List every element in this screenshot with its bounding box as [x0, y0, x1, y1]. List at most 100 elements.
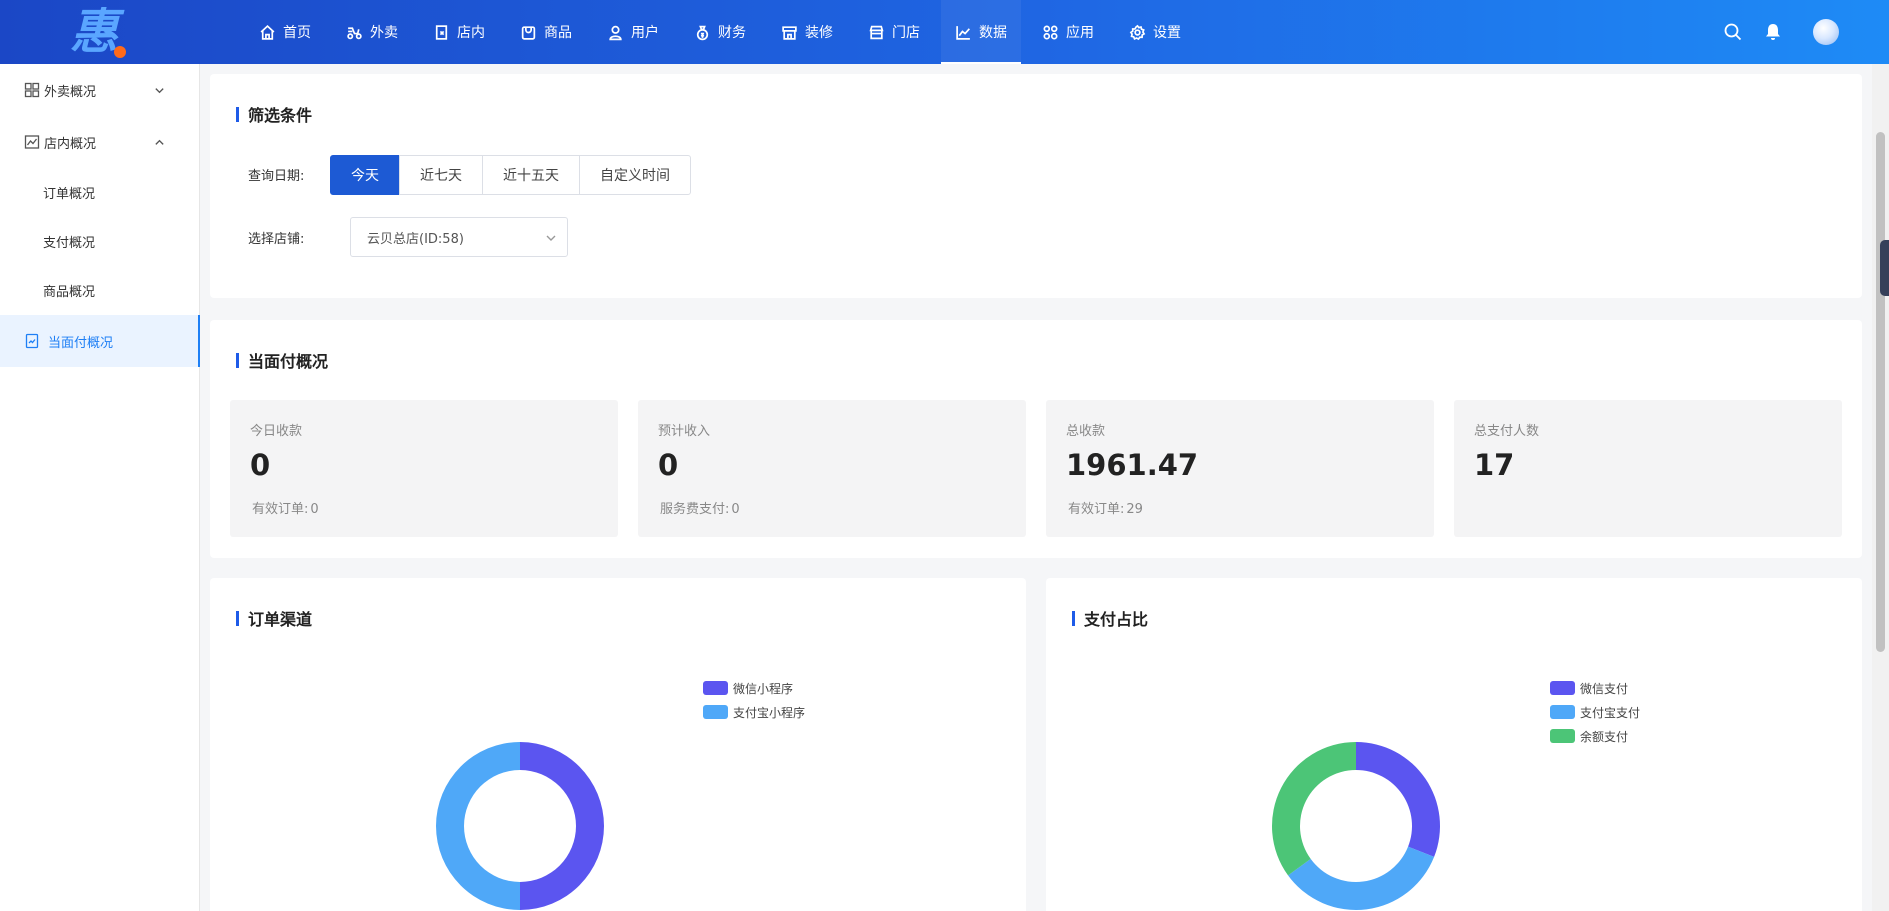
overview-card: 当面付概况 今日收款 0 有效订单: 0 预计收入 0 服务费支付: 0 总收款 1…	[210, 320, 1862, 558]
trend-chart-icon	[24, 135, 40, 149]
nav-item-data[interactable]: 数据	[941, 0, 1021, 64]
order-channel-card: 订单渠道 微信小程序 支付宝小程序	[210, 578, 1026, 911]
legend-label: 微信支付	[1580, 681, 1629, 696]
nav-item-users[interactable]: 用户	[593, 0, 673, 64]
nav-label: 设置	[1153, 25, 1181, 41]
overview-title: 当面付概况	[236, 348, 328, 372]
nav-item-finance[interactable]: 财务	[680, 0, 760, 64]
sidebar-item-goods-overview[interactable]: 商品概况	[0, 266, 199, 315]
store-select[interactable]: 云贝总店(ID:58)	[350, 217, 568, 257]
legend-item[interactable]: 微信支付	[1550, 676, 1640, 700]
nav-label: 外卖	[370, 25, 398, 41]
sidebar-item-takeout-overview[interactable]: 外卖概况	[0, 64, 199, 116]
stat-sub: 有效订单: 0	[252, 502, 319, 517]
order-channel-donut-chart	[436, 742, 604, 910]
stat-value: 17	[1474, 448, 1515, 482]
donut-slice-支付宝支付[interactable]	[1288, 846, 1435, 910]
donut-slice-微信支付[interactable]	[1356, 742, 1440, 857]
stat-sub: 服务费支付: 0	[660, 502, 740, 517]
nav-label: 商品	[544, 25, 572, 41]
chevron-down-icon	[155, 87, 164, 93]
date-button-7days[interactable]: 近七天	[399, 155, 483, 195]
sidebar-item-label: 店内概况	[44, 136, 97, 152]
payment-ratio-donut-chart	[1272, 742, 1440, 910]
logo-text: 惠	[70, 4, 119, 60]
line-chart-icon	[956, 25, 970, 40]
sidebar-item-order-overview[interactable]: 订单概况	[0, 168, 199, 217]
legend-label: 微信小程序	[733, 681, 794, 696]
nav-label: 装修	[805, 25, 833, 41]
legend-item[interactable]: 余额支付	[1550, 724, 1640, 748]
scrollbar-thumb[interactable]	[1876, 132, 1885, 652]
legend-swatch	[703, 705, 728, 719]
nav-item-stores[interactable]: 门店	[854, 0, 934, 64]
stat-value: 0	[250, 448, 271, 482]
floating-side-tab[interactable]	[1880, 240, 1889, 296]
sidebar-item-payment-overview[interactable]: 支付概况	[0, 217, 199, 266]
scrollbar[interactable]	[1872, 64, 1889, 911]
stat-sub: 有效订单: 29	[1068, 502, 1143, 517]
logo-dot-icon	[114, 46, 126, 58]
payment-ratio-legend: 微信支付 支付宝支付 余额支付	[1550, 676, 1640, 748]
logo[interactable]: 惠	[62, 4, 202, 60]
goods-icon	[521, 25, 536, 40]
stat-label: 今日收款	[250, 424, 303, 439]
date-range-buttons: 今天 近七天 近十五天 自定义时间	[330, 155, 691, 195]
main-nav: 首页 外卖 店内 商品 用户 财务 装修 门店 数据 应用 设置	[245, 0, 1202, 64]
stat-card-expected-income: 预计收入 0 服务费支付: 0	[638, 400, 1026, 537]
user-icon	[609, 25, 622, 40]
apps-icon	[1043, 24, 1058, 40]
order-channel-title: 订单渠道	[236, 606, 312, 630]
stat-label: 总收款	[1066, 424, 1106, 439]
stat-card-total-income: 总收款 1961.47 有效订单: 29	[1046, 400, 1434, 537]
nav-item-takeout[interactable]: 外卖	[332, 0, 412, 64]
date-button-today[interactable]: 今天	[330, 155, 400, 195]
store-select-value: 云贝总店(ID:58)	[367, 231, 464, 247]
money-bag-icon	[696, 25, 709, 40]
sidebar-item-dine-in-overview[interactable]: 店内概况	[0, 116, 199, 168]
store-label: 选择店铺:	[248, 232, 305, 247]
nav-item-goods[interactable]: 商品	[506, 0, 586, 64]
legend-item[interactable]: 支付宝小程序	[703, 700, 805, 724]
top-navbar: 惠 首页 外卖 店内 商品 用户 财务 装修 门店 数据 应用 设置	[0, 0, 1889, 64]
date-button-custom[interactable]: 自定义时间	[579, 155, 691, 195]
stat-value: 1961.47	[1066, 448, 1199, 482]
header-actions	[1703, 0, 1839, 64]
stat-label: 预计收入	[658, 424, 711, 439]
legend-label: 余额支付	[1580, 729, 1629, 744]
nav-label: 店内	[457, 25, 485, 41]
bell-icon[interactable]	[1763, 22, 1783, 42]
sidebar-item-label: 当面付概况	[48, 335, 114, 351]
legend-label: 支付宝支付	[1580, 705, 1641, 720]
search-icon[interactable]	[1723, 22, 1743, 42]
sidebar: 外卖概况 店内概况 订单概况 支付概况 商品概况 当面付概况	[0, 64, 200, 911]
stat-value: 0	[658, 448, 679, 482]
filter-card: 筛选条件 查询日期: 今天 近七天 近十五天 自定义时间 选择店铺: 云贝总店(…	[210, 74, 1862, 298]
nav-item-dine-in[interactable]: 店内	[419, 0, 499, 64]
nav-label: 首页	[283, 25, 311, 41]
scooter-icon	[347, 26, 362, 39]
date-button-15days[interactable]: 近十五天	[482, 155, 580, 195]
legend-swatch	[703, 681, 728, 695]
nav-item-decoration[interactable]: 装修	[767, 0, 847, 64]
report-icon	[25, 333, 39, 349]
donut-slice-微信小程序[interactable]	[520, 742, 604, 910]
grid-icon	[24, 82, 40, 98]
avatar[interactable]	[1813, 19, 1839, 45]
nav-label: 应用	[1066, 25, 1094, 41]
sidebar-item-face-pay-overview[interactable]: 当面付概况	[0, 315, 200, 367]
legend-label: 支付宝小程序	[733, 705, 806, 720]
donut-slice-支付宝小程序[interactable]	[436, 742, 520, 910]
store-in-icon	[435, 24, 448, 40]
order-channel-legend: 微信小程序 支付宝小程序	[703, 676, 805, 724]
nav-item-home[interactable]: 首页	[245, 0, 325, 64]
nav-label: 数据	[979, 25, 1007, 41]
legend-item[interactable]: 支付宝支付	[1550, 700, 1640, 724]
date-label: 查询日期:	[248, 169, 305, 184]
nav-item-settings[interactable]: 设置	[1115, 0, 1195, 64]
legend-item[interactable]: 微信小程序	[703, 676, 805, 700]
nav-item-apps[interactable]: 应用	[1028, 0, 1108, 64]
donut-slice-余额支付[interactable]	[1272, 742, 1356, 876]
shop-icon	[869, 25, 884, 39]
nav-label: 用户	[631, 25, 659, 41]
